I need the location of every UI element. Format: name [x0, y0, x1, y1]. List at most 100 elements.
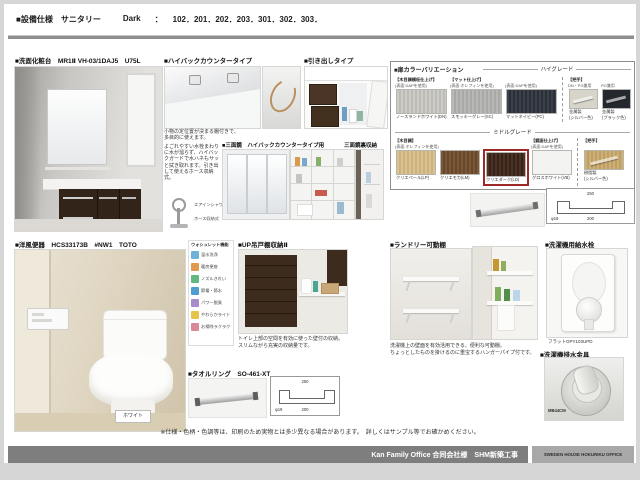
profile-notch-shape	[289, 390, 325, 399]
swatch-box: グロスホワイト(VB)	[531, 149, 573, 182]
handle-swatch	[602, 89, 631, 109]
bar-end-shape	[253, 392, 259, 400]
swatch-box: クリエペール(LP)	[395, 149, 437, 182]
photo-shape	[164, 87, 261, 129]
swatch-box: 金属製 (ブラック色)	[601, 88, 632, 122]
swatch-name: マットネイビー(PC)	[506, 115, 557, 120]
vanity-title: ■洗面化粧台 MR1Ⅱ VH-03/1DAJ5 U75L	[15, 55, 141, 65]
faucet-shape	[227, 73, 239, 83]
mirror-panel-shape	[227, 154, 247, 214]
mirror-panel-shape	[267, 154, 287, 214]
handle-shape	[63, 197, 93, 199]
laundry-caption-1: 洗濯機上の壁面を有効活用できる、便利な可動棚。	[390, 343, 505, 350]
dim-label-top: 250	[547, 191, 634, 196]
handle-swatch	[569, 89, 598, 109]
cabinet-door-shape	[245, 255, 297, 327]
towelring-title: ■タオルリング SO-461-XT	[188, 368, 270, 378]
shelf-line	[291, 183, 354, 184]
swatch-name: クリエモカ(LM)	[440, 176, 480, 181]
hose-shape	[265, 76, 301, 117]
color-swatch	[506, 89, 557, 114]
counter-photo-2	[262, 66, 301, 129]
bar-end-shape	[533, 202, 539, 210]
faucet-base-shape	[170, 224, 188, 228]
swatch-name: グロスホワイト(VB)	[532, 176, 572, 181]
towel-ring-bar-shape	[197, 393, 257, 405]
bottle-shape	[342, 107, 347, 121]
faucet-diagram: エアインシャワー ホース収納式	[166, 196, 228, 232]
grade-high-text: ハイグレード	[541, 65, 574, 73]
swatch-column: クリエモカ(LM)	[438, 138, 482, 182]
feature-label: パワー脱臭	[201, 300, 222, 306]
open-drawer-shape	[309, 84, 337, 105]
swatch-box: ノースランドホワイト(DN)	[395, 88, 448, 121]
laundry-photo-1	[390, 248, 472, 340]
drawer-photo	[304, 66, 388, 129]
handle-shape	[122, 197, 136, 199]
bottle-shape	[513, 290, 520, 301]
feature-label: 節電・節水	[201, 288, 222, 294]
remote-control-shape	[27, 308, 69, 330]
swatch-column: 【木目調】 (表面:オレフィンを使用) クリエペール(LP)	[394, 138, 438, 182]
feature-icon	[191, 323, 199, 331]
swatch-row-mid: 【木目調】 (表面:オレフィンを使用) クリエペール(LP) クリエモカ(LM)	[394, 138, 633, 186]
item-shape	[337, 158, 343, 166]
basket-shape	[321, 283, 339, 294]
item-shape	[315, 190, 327, 196]
open-door-shape	[366, 80, 388, 129]
valve-plate-shape	[561, 254, 615, 332]
floor-shape	[15, 219, 162, 231]
spacer	[163, 14, 173, 25]
upcabinet-caption-1: トイレ上部の空間を有効に使った壁付の収納。	[238, 336, 343, 343]
swatch-row-high: 【木目調横柾仕上げ】 (表面:DAPを使用) ノースランドホワイト(DN) 【マ…	[394, 77, 633, 122]
item-shape	[296, 174, 302, 183]
slat-line	[245, 265, 297, 266]
feature-row: パワー脱臭	[191, 297, 231, 309]
remote-button-shape	[32, 319, 52, 322]
mirror-storage-label: 三面鏡裏収納	[344, 141, 377, 149]
shelf-shape	[45, 167, 111, 170]
swatch-name-2: (シルバー色)	[584, 177, 624, 182]
feature-icon	[191, 263, 199, 271]
bottle-shape	[349, 109, 357, 123]
swatch-column: PG兼用 金属製 (ブラック色)	[600, 77, 633, 122]
disclaimer-note: ※仕様・色柄・色調等は、印刷のため実物とは多少異なる場合があります。 詳しくはサ…	[0, 427, 640, 436]
spacer	[141, 14, 155, 25]
feature-label: 温水洗浄	[201, 252, 218, 258]
counter-title: ■ハイバックカウンタータイプ	[164, 55, 252, 65]
open-drawer-shape	[311, 106, 339, 127]
bracket-shape	[406, 313, 411, 323]
upcabinet-caption-2: スリムながら充実の収納量です。	[238, 343, 313, 350]
color-swatch	[532, 150, 572, 175]
feature-icon	[191, 275, 199, 283]
item-shape	[501, 261, 506, 271]
shelf-line	[364, 164, 380, 165]
swatch-name: クリエダーク(LD)	[486, 178, 526, 183]
bracket-shape	[450, 281, 455, 291]
profile-notch-shape	[569, 201, 613, 209]
item-shape	[297, 204, 313, 216]
grade-mid-text: ミドルグレード	[493, 128, 532, 136]
feature-icon	[191, 299, 199, 307]
mirror-panel-shape	[247, 154, 267, 214]
feature-row: ノズルきれい	[191, 273, 231, 285]
shelf-line	[291, 166, 354, 167]
swatch-column-selected: クリエダーク(LD)	[482, 138, 530, 186]
footer-office-box: SWEDEN HOUSE HOKURIKU OFFICE	[532, 446, 634, 463]
remote-button-shape	[32, 313, 44, 316]
swatch-box: クリエモカ(LM)	[439, 149, 481, 182]
upper-cabinet-corner-shape	[327, 250, 347, 286]
feature-label: やわらかライト	[201, 312, 230, 318]
faucet-shape	[189, 75, 201, 85]
feature-icon	[191, 251, 199, 259]
laundry-photo-2	[472, 246, 538, 340]
spout-shape	[584, 319, 594, 330]
handle-shape	[99, 197, 117, 199]
counter-photo-1	[164, 66, 261, 129]
dim-label-bottom: 200	[547, 216, 634, 221]
photo-shape	[15, 67, 41, 231]
header: ■設備仕様 サニタリー Dark ： 102．201．202．203．301．3…	[16, 14, 322, 25]
dim-label-bottom: 200	[271, 407, 339, 412]
item-shape	[366, 194, 372, 208]
cabinet-edge-shape	[356, 150, 361, 219]
